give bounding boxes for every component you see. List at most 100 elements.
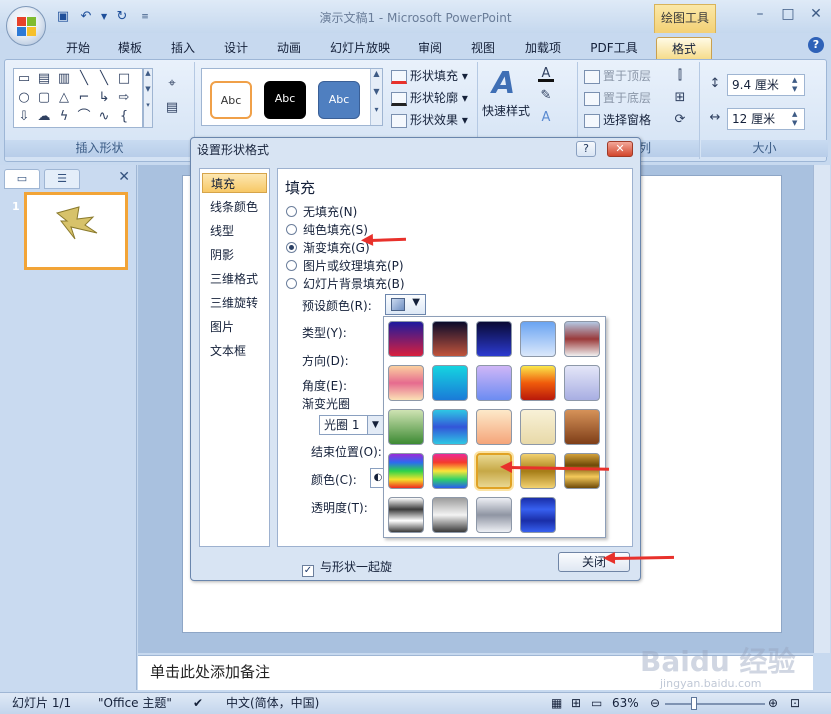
tab-home[interactable]: 开始 (58, 37, 98, 59)
maximize-icon[interactable]: □ (779, 5, 797, 23)
nav-shadow[interactable]: 阴影 (202, 245, 267, 265)
help-icon[interactable]: ? (808, 37, 824, 53)
preset-swatch-daybreak[interactable] (520, 321, 556, 357)
shape-outline-button[interactable]: 形状轮廓 ▾ (391, 89, 468, 107)
tab-review[interactable]: 审阅 (410, 37, 450, 59)
oval-shape-icon[interactable]: ○ (16, 90, 32, 106)
close-panel-icon[interactable]: ✕ (118, 169, 130, 185)
tab-design[interactable]: 设计 (216, 37, 256, 59)
preset-swatch-early-sunset[interactable] (388, 321, 424, 357)
nav-3d-rotation[interactable]: 三维旋转 (202, 293, 267, 313)
rotate-with-shape-checkbox[interactable]: ✓ 与形状一起旋 (302, 558, 392, 577)
preset-swatch-sapphire[interactable] (520, 497, 556, 533)
slide-background-fill-radio[interactable]: 幻灯片背景填充(B) (286, 276, 405, 292)
text-box-icon[interactable]: ▤ (161, 100, 183, 116)
preset-swatch-gold-ii[interactable] (520, 453, 556, 489)
preset-swatch-brass[interactable] (564, 453, 600, 489)
line-shape-icon[interactable]: ╲ (76, 71, 92, 87)
align-icon[interactable]: ⫿ (672, 68, 688, 84)
style-blue-fill[interactable]: Abc (318, 81, 360, 119)
preset-swatch-nightfall[interactable] (476, 321, 512, 357)
zoom-level[interactable]: 63% (612, 693, 639, 714)
preset-swatch-silver[interactable] (476, 497, 512, 533)
shapes-gallery-scroll[interactable]: ▲ ▼ ▾ (143, 68, 153, 128)
selection-pane-button[interactable]: 选择窗格 (584, 111, 651, 129)
dialog-close-button[interactable]: ✕ (607, 141, 633, 157)
nav-line-color[interactable]: 线条颜色 (202, 197, 267, 217)
shapes-gallery[interactable]: ▭ ▤ ▥ ╲ ╲ □ ○ ▢ △ ⌐ ↳ ⇨ ⇩ ☁ ϟ ⌒ ∿ { (13, 68, 143, 128)
dialog-help-button[interactable]: ? (576, 141, 596, 157)
preset-swatch-horizon[interactable] (564, 321, 600, 357)
height-input[interactable]: 9.4 厘米 ▲ ▼ (727, 74, 805, 96)
elbow-arrow-icon[interactable]: ↳ (96, 90, 112, 106)
vertical-scrollbar[interactable] (813, 165, 830, 653)
text-outline-icon[interactable]: ✎ (538, 88, 554, 104)
preset-swatch-chrome[interactable] (388, 497, 424, 533)
nav-3d-format[interactable]: 三维格式 (202, 269, 267, 289)
nav-fill[interactable]: 填充 (202, 173, 267, 193)
normal-view-icon[interactable]: ▦ (551, 693, 562, 714)
text-fill-icon[interactable]: A (538, 66, 554, 82)
preset-swatch-calm-water[interactable] (476, 365, 512, 401)
text-effects-icon[interactable]: A (538, 110, 554, 126)
preset-swatch-mahogany[interactable] (564, 409, 600, 445)
preset-swatch-wheat[interactable] (476, 409, 512, 445)
style-orange-outline[interactable]: Abc (210, 81, 252, 119)
nav-line-style[interactable]: 线型 (202, 221, 267, 241)
style-black-fill[interactable]: Abc (264, 81, 306, 119)
tab-view[interactable]: 视图 (463, 37, 503, 59)
curve-shape-icon[interactable]: ∿ (96, 109, 112, 125)
zoom-in-icon[interactable]: ⊕ (768, 693, 778, 714)
vertical-text-shape-icon[interactable]: ▥ (56, 71, 72, 87)
triangle-shape-icon[interactable]: △ (56, 90, 72, 106)
preset-swatch-fog[interactable] (564, 365, 600, 401)
preset-swatch-late-sunset[interactable] (432, 321, 468, 357)
minimize-icon[interactable]: – (751, 5, 769, 23)
gradient-stop-select[interactable]: 光圈 1 ▼ (319, 415, 384, 435)
dialog-close-action-button[interactable]: 关闭 (558, 552, 630, 572)
shape-effects-button[interactable]: 形状效果 ▾ (391, 111, 468, 129)
shape-fill-button[interactable]: 形状填充 ▾ (391, 67, 468, 85)
preset-swatch-moss[interactable] (388, 409, 424, 445)
preset-swatch-fire[interactable] (520, 365, 556, 401)
cloud-shape-icon[interactable]: ☁ (36, 109, 52, 125)
nav-text-box[interactable]: 文本框 (202, 341, 267, 361)
preset-swatch-chrome-ii[interactable] (432, 497, 468, 533)
preset-swatch-desert[interactable] (388, 365, 424, 401)
zoom-slider-thumb[interactable] (691, 697, 697, 710)
lightning-shape-icon[interactable]: ϟ (56, 109, 72, 125)
preset-colors-dropdown[interactable]: ▼ (385, 294, 426, 315)
down-arrow-shape-icon[interactable]: ⇩ (16, 109, 32, 125)
line-shape-2-icon[interactable]: ╲ (96, 71, 112, 87)
text-box-shape-icon[interactable]: ▤ (36, 71, 52, 87)
tab-templates[interactable]: 模板 (110, 37, 150, 59)
shape-styles-gallery[interactable]: Abc Abc Abc ▲ ▼ ▾ (201, 68, 383, 126)
picture-fill-radio[interactable]: 图片或纹理填充(P) (286, 258, 404, 274)
zoom-slider[interactable] (665, 703, 765, 705)
styles-gallery-scroll[interactable]: ▲ ▼ ▾ (370, 69, 382, 125)
slideshow-view-icon[interactable]: ▭ (591, 693, 602, 714)
nav-picture[interactable]: 图片 (202, 317, 267, 337)
quick-styles-button[interactable]: 快速样式 (482, 102, 530, 120)
send-to-back-button[interactable]: 置于底层 (584, 89, 651, 107)
group-icon[interactable]: ⊞ (672, 90, 688, 106)
tab-pdf-tools[interactable]: PDF工具 (583, 37, 645, 59)
outline-tab-icon[interactable]: ☰ (44, 169, 80, 189)
arc-shape-icon[interactable]: ⌒ (76, 109, 92, 125)
solid-fill-radio[interactable]: 纯色填充(S) (286, 222, 368, 238)
tab-animations[interactable]: 动画 (269, 37, 309, 59)
tab-format[interactable]: 格式 (656, 37, 712, 59)
rounded-rect-shape-icon[interactable]: ▢ (36, 90, 52, 106)
edit-shape-icon[interactable]: ⌖ (161, 76, 183, 92)
width-input[interactable]: 12 厘米 ▲ ▼ (727, 108, 805, 130)
right-arrow-shape-icon[interactable]: ⇨ (116, 90, 132, 106)
office-button[interactable] (6, 6, 46, 46)
no-fill-radio[interactable]: 无填充(N) (286, 204, 357, 220)
tab-insert[interactable]: 插入 (163, 37, 203, 59)
sorter-view-icon[interactable]: ⊞ (571, 693, 581, 714)
rect-shape-icon[interactable]: □ (116, 71, 132, 87)
tab-slideshow[interactable]: 幻灯片放映 (322, 37, 398, 59)
spell-check-icon[interactable]: ✔ (193, 693, 203, 714)
preset-swatch-parchment[interactable] (520, 409, 556, 445)
fit-to-window-icon[interactable]: ⊡ (790, 693, 800, 714)
